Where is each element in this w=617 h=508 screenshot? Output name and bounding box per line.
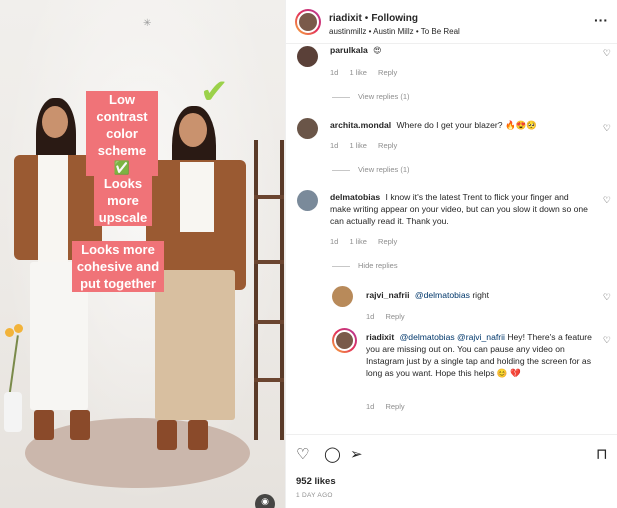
comment-time: 1d bbox=[366, 312, 375, 321]
shelf bbox=[254, 140, 284, 440]
like-comment-heart-icon[interactable]: ♡ bbox=[603, 292, 611, 303]
reply-button[interactable]: Reply bbox=[378, 237, 397, 246]
comment-likes[interactable]: 1 like bbox=[349, 141, 367, 150]
loading-icon: ✳ bbox=[143, 18, 152, 29]
comment-time: 1d bbox=[330, 141, 339, 150]
comment-username[interactable]: rajvi_nafrii bbox=[366, 290, 409, 300]
comment-username[interactable]: riadixit bbox=[366, 332, 394, 342]
reply-button[interactable]: Reply bbox=[385, 312, 404, 321]
author-username[interactable]: riadixit bbox=[329, 13, 362, 24]
checkmark-icon: ✔ bbox=[200, 72, 229, 112]
commenter-avatar[interactable] bbox=[297, 46, 318, 67]
mute-icon[interactable]: ◉ bbox=[255, 494, 275, 508]
post-actions: ♡ ◯ ➢ ⊓ 952 likes 1 DAY AGO bbox=[286, 434, 617, 508]
post-timestamp: 1 DAY AGO bbox=[296, 492, 333, 499]
likes-count[interactable]: 952 likes bbox=[296, 476, 336, 487]
author-avatar[interactable] bbox=[295, 9, 321, 35]
like-comment-heart-icon[interactable]: ♡ bbox=[603, 48, 611, 59]
more-options-icon[interactable]: ··· bbox=[594, 12, 608, 28]
following-button[interactable]: Following bbox=[371, 13, 418, 24]
comment-likes[interactable]: 1 like bbox=[349, 68, 367, 77]
comment-time: 1d bbox=[330, 68, 339, 77]
mention-link[interactable]: @delmatobias @rajvi_nafrii bbox=[400, 332, 505, 342]
post-header: riadixit • Following austinmillz • Austin … bbox=[286, 0, 617, 44]
caption-low-contrast: Low contrast color scheme ✅ bbox=[86, 91, 158, 176]
reply-button[interactable]: Reply bbox=[378, 141, 397, 150]
separator: • bbox=[364, 13, 369, 24]
like-comment-heart-icon[interactable]: ♡ bbox=[603, 335, 611, 346]
commenter-avatar[interactable] bbox=[297, 118, 318, 139]
commenter-avatar[interactable] bbox=[297, 190, 318, 211]
view-replies-button[interactable]: View replies (1) bbox=[332, 92, 410, 101]
reply-button[interactable]: Reply bbox=[378, 68, 397, 77]
comment-time: 1d bbox=[366, 402, 375, 411]
like-comment-heart-icon[interactable]: ♡ bbox=[603, 123, 611, 134]
comment-likes[interactable]: 1 like bbox=[349, 237, 367, 246]
comments-list[interactable]: parulkala 😍 ♡ 1d 1 like Reply View repli… bbox=[286, 44, 617, 434]
commenter-avatar[interactable] bbox=[332, 286, 353, 307]
comment-time: 1d bbox=[330, 237, 339, 246]
audio-attribution[interactable]: austinmillz • Austin Millz • To Be Real bbox=[329, 27, 460, 36]
caption-upscale: Looks more upscale bbox=[94, 175, 152, 226]
comment-username[interactable]: delmatobias bbox=[330, 192, 380, 202]
post-media[interactable]: ✳ ✔ Low contrast color scheme ✅ Looks mo… bbox=[0, 0, 285, 508]
flower bbox=[5, 328, 14, 337]
rug bbox=[25, 418, 250, 488]
comment-username[interactable]: parulkala bbox=[330, 45, 368, 55]
comment-text: right bbox=[472, 290, 490, 300]
comment-text: Where do I get your blazer? 🔥😍🥺 bbox=[396, 120, 538, 130]
comment-username[interactable]: archita.mondal bbox=[330, 120, 391, 130]
view-replies-button[interactable]: View replies (1) bbox=[332, 165, 410, 174]
vase bbox=[4, 392, 22, 432]
commenter-avatar[interactable] bbox=[332, 328, 357, 353]
like-comment-heart-icon[interactable]: ♡ bbox=[603, 195, 611, 206]
reply-button[interactable]: Reply bbox=[385, 402, 404, 411]
share-icon[interactable]: ➢ bbox=[350, 445, 363, 463]
like-heart-icon[interactable]: ♡ bbox=[296, 445, 309, 463]
hide-replies-button[interactable]: Hide replies bbox=[332, 261, 398, 270]
flower bbox=[14, 324, 23, 333]
caption-cohesive: Looks more cohesive and put together bbox=[72, 241, 164, 292]
post-panel: riadixit • Following austinmillz • Austin … bbox=[285, 0, 617, 508]
mention-link[interactable]: @delmatobias bbox=[415, 290, 470, 300]
comment-icon[interactable]: ◯ bbox=[324, 445, 341, 463]
comment-text: 😍 bbox=[373, 46, 382, 55]
bookmark-icon[interactable]: ⊓ bbox=[596, 445, 608, 463]
